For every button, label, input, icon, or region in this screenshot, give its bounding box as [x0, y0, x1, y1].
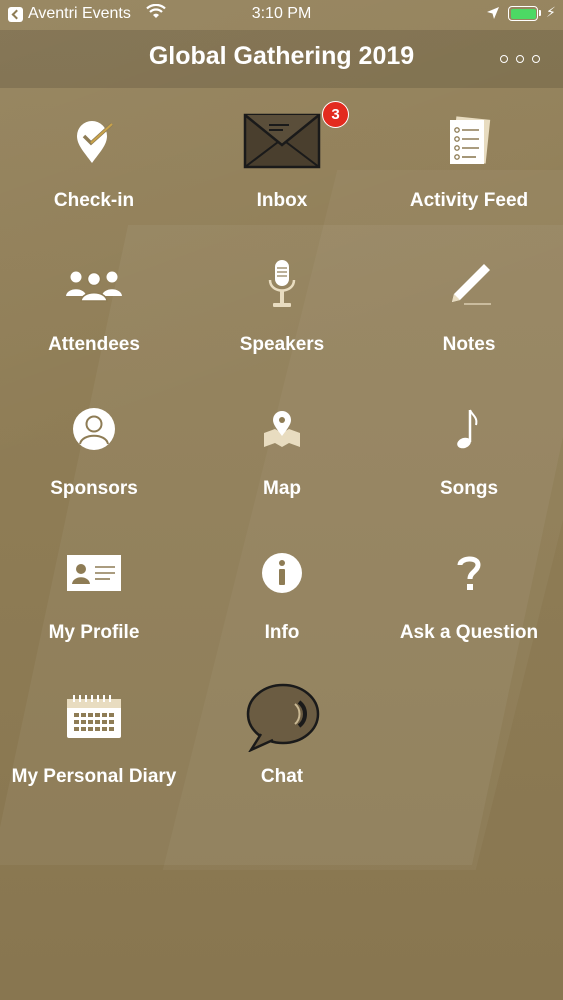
tile-label: Info — [264, 622, 300, 643]
tile-label: Chat — [260, 766, 304, 787]
tile-label: Attendees — [48, 334, 140, 355]
dot-icon — [532, 55, 540, 63]
tile-label: Sponsors — [50, 478, 138, 499]
id-card-icon — [54, 538, 134, 608]
tile-sponsors[interactable]: Sponsors — [0, 376, 188, 520]
tile-label: Notes — [442, 334, 496, 355]
dot-icon — [500, 55, 508, 63]
battery-icon — [508, 6, 538, 21]
tile-label: My Personal Diary — [11, 766, 177, 787]
dot-icon — [516, 55, 524, 63]
tile-chat[interactable]: Chat — [188, 664, 376, 808]
tile-my-personal-diary[interactable]: My Personal Diary — [0, 664, 188, 808]
tile-label: Check-in — [53, 190, 135, 211]
tile-my-profile[interactable]: My Profile — [0, 520, 188, 664]
tile-speakers[interactable]: Speakers — [188, 232, 376, 376]
feed-list-icon — [429, 106, 509, 176]
tile-notes[interactable]: Notes — [375, 232, 563, 376]
location-arrow-icon — [487, 7, 499, 19]
tile-map[interactable]: Map — [188, 376, 376, 520]
check-in-pin-icon — [54, 106, 134, 176]
question-mark-icon — [429, 538, 509, 608]
nav-header: Global Gathering 2019 — [0, 30, 563, 88]
info-icon — [242, 538, 322, 608]
pen-icon — [429, 250, 509, 320]
tile-label: Activity Feed — [409, 190, 529, 211]
inbox-unread-badge: 3 — [322, 101, 349, 128]
person-circle-icon — [54, 394, 134, 464]
page-title: Global Gathering 2019 — [148, 42, 415, 70]
chat-bubble-icon — [242, 682, 322, 752]
tile-check-in[interactable]: Check-in — [0, 88, 188, 232]
charging-bolt-icon: ⚡ — [546, 4, 556, 20]
envelope-icon — [242, 106, 322, 176]
microphone-icon — [242, 250, 322, 320]
status-bar: Aventri Events 3:10 PM ⚡ — [0, 0, 563, 30]
tile-label: Map — [263, 478, 301, 499]
tile-songs[interactable]: Songs — [375, 376, 563, 520]
tile-label: Speakers — [239, 334, 325, 355]
tile-label: Inbox — [256, 190, 308, 211]
tile-info[interactable]: Info — [188, 520, 376, 664]
tile-ask-a-question[interactable]: Ask a Question — [375, 520, 563, 664]
map-pin-icon — [242, 394, 322, 464]
tile-label: Songs — [439, 478, 499, 499]
tile-attendees[interactable]: Attendees — [0, 232, 188, 376]
people-group-icon — [54, 250, 134, 320]
tile-activity-feed[interactable]: Activity Feed — [375, 88, 563, 232]
battery-tip — [539, 10, 541, 16]
status-time: 3:10 PM — [251, 5, 312, 22]
calendar-icon — [54, 682, 134, 752]
music-note-icon — [429, 394, 509, 464]
tile-label: Ask a Question — [399, 622, 539, 643]
more-options-button[interactable] — [500, 52, 540, 66]
tile-label: My Profile — [48, 622, 140, 643]
